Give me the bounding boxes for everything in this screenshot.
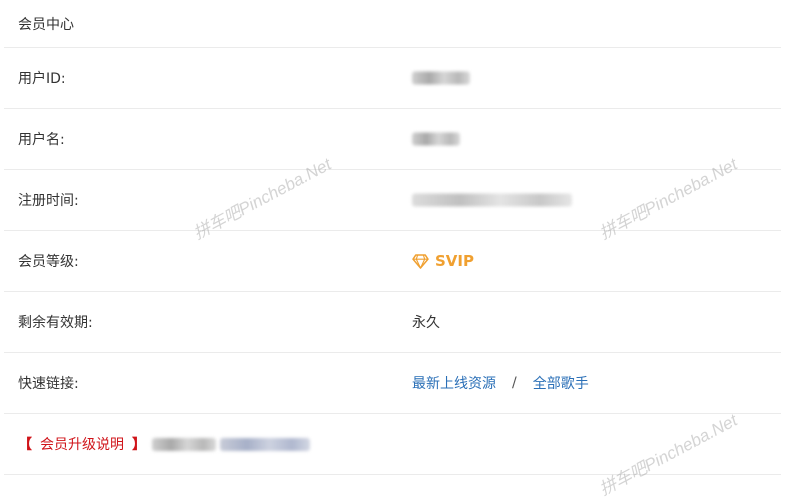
row-quick-links: 快速链接: 最新上线资源 / 全部歌手 xyxy=(4,353,781,414)
redacted-upgrade-link xyxy=(220,437,310,451)
quick-links-label: 快速链接: xyxy=(18,376,79,392)
panel-header: 会员中心 xyxy=(4,0,781,48)
validity-value: 永久 xyxy=(412,315,440,331)
register-time-label: 注册时间: xyxy=(18,193,79,209)
quick-links-value: 最新上线资源 / 全部歌手 xyxy=(412,373,589,393)
diamond-icon xyxy=(412,253,429,269)
row-register-time: 注册时间: xyxy=(4,170,781,231)
row-validity: 剩余有效期: 永久 xyxy=(4,292,781,353)
redacted-user-id xyxy=(412,71,470,85)
member-level-value: SVIP xyxy=(412,252,474,270)
link-separator: / xyxy=(512,375,517,391)
member-level-label: 会员等级: xyxy=(18,254,79,270)
row-user-id: 用户ID: xyxy=(4,48,781,109)
bracket-close: 】 xyxy=(132,437,146,453)
member-center-panel: 会员中心 用户ID: 用户名: 注册时间: 会员等级: SVIP 剩余有效期: … xyxy=(4,0,781,475)
row-member-level: 会员等级: SVIP xyxy=(4,231,781,292)
user-id-value xyxy=(412,71,470,85)
latest-resources-link[interactable]: 最新上线资源 xyxy=(412,373,496,393)
row-upgrade-info: 【 会员升级说明 】 xyxy=(4,414,781,475)
row-username: 用户名: xyxy=(4,109,781,170)
username-label: 用户名: xyxy=(18,132,65,148)
register-time-value xyxy=(412,193,572,207)
username-value xyxy=(412,132,460,146)
bracket-open: 【 xyxy=(18,437,32,453)
redacted-register-time xyxy=(412,193,572,207)
upgrade-info-label: 会员升级说明 xyxy=(40,437,124,453)
redacted-username xyxy=(412,132,460,146)
user-id-label: 用户ID: xyxy=(18,71,66,87)
upgrade-info[interactable]: 【 会员升级说明 】 xyxy=(18,434,310,454)
validity-label: 剩余有效期: xyxy=(18,315,93,331)
redacted-upgrade-text xyxy=(152,437,216,451)
svip-badge: SVIP xyxy=(435,252,474,270)
all-singers-link[interactable]: 全部歌手 xyxy=(533,373,589,393)
page-title: 会员中心 xyxy=(18,16,74,33)
